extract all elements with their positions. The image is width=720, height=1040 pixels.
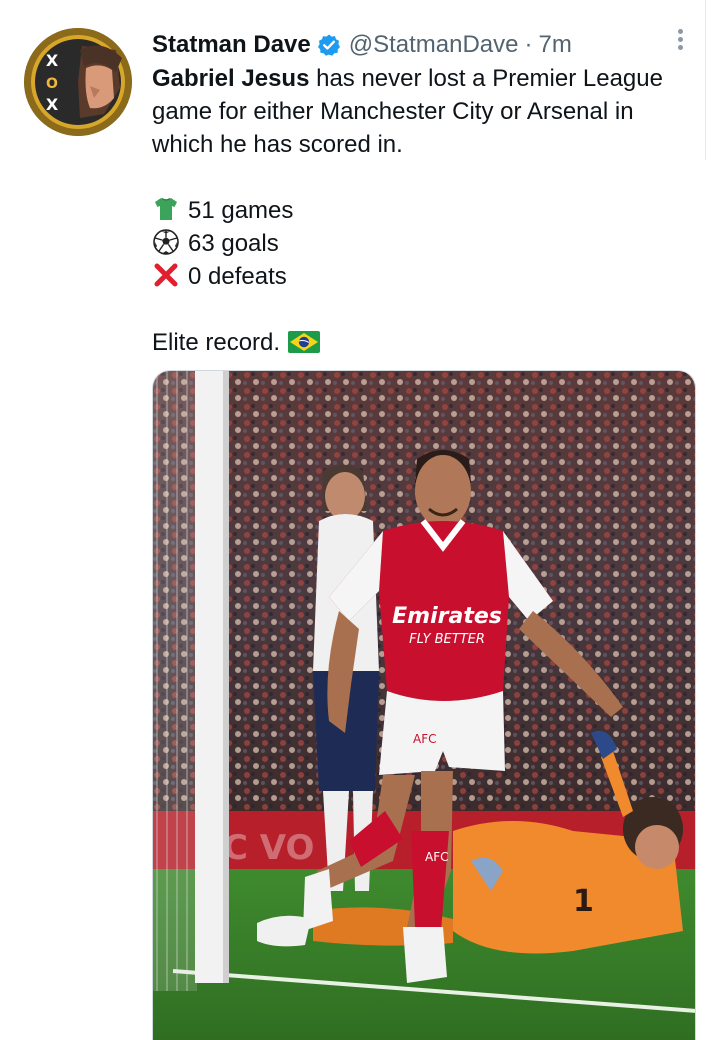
svg-text:FLY BETTER: FLY BETTER xyxy=(409,632,485,647)
closing-text: Elite record. xyxy=(152,329,281,356)
svg-text:X: X xyxy=(46,95,59,114)
soccer-ball-emoji xyxy=(152,228,180,256)
verified-badge-icon xyxy=(317,33,341,57)
mention-bold: Gabriel Jesus xyxy=(152,65,310,92)
tweet-text: Gabriel Jesus has never lost a Premier L… xyxy=(152,62,682,359)
sock-text: AFC xyxy=(425,850,449,864)
timestamp[interactable]: 7m xyxy=(539,31,572,59)
shirt-emoji xyxy=(152,195,180,223)
stat-defeats: 0 defeats xyxy=(188,263,287,290)
timeline-edge xyxy=(705,0,720,160)
stat-goals: 63 goals xyxy=(188,230,279,257)
more-options-icon[interactable] xyxy=(668,26,692,56)
svg-text:X: X xyxy=(46,51,59,70)
tweet-header: Statman Dave @StatmanDave · 7m xyxy=(152,30,572,60)
svg-text:O: O xyxy=(46,76,58,92)
stat-games: 51 games xyxy=(188,197,294,224)
stat-line-games: 51 games xyxy=(152,194,682,227)
separator: · xyxy=(524,31,533,58)
tweet-card[interactable]: X O X Statman Dave @StatmanDave · 7m Gab… xyxy=(0,0,720,1040)
svg-text:Emirates: Emirates xyxy=(392,604,502,629)
red-cross-emoji xyxy=(152,261,180,289)
stat-line-defeats: 0 defeats xyxy=(152,260,682,293)
tweet-photo[interactable]: C VO 1 Emirates FLY BETTER AFC AFC xyxy=(152,370,696,1040)
tweet-lead: Gabriel Jesus has never lost a Premier L… xyxy=(152,62,682,161)
brazil-flag-emoji xyxy=(288,329,321,353)
closing-line: Elite record. xyxy=(152,326,682,359)
handle[interactable]: @StatmanDave xyxy=(349,31,519,59)
avatar[interactable]: X O X xyxy=(24,28,132,136)
stat-line-goals: 63 goals xyxy=(152,227,682,260)
keeper-number: 1 xyxy=(573,884,594,919)
svg-text:AFC: AFC xyxy=(413,732,437,746)
svg-text:C VO: C VO xyxy=(223,828,314,868)
display-name[interactable]: Statman Dave xyxy=(152,31,311,59)
